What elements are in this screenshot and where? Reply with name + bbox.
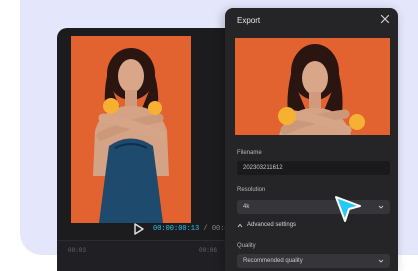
quality-label: Quality — [237, 243, 256, 249]
export-panel: Export Filename 202303211612 Resolution … — [225, 8, 398, 271]
chevron-down-icon — [378, 259, 384, 263]
pointer-cursor-icon — [335, 196, 361, 222]
advanced-settings-toggle[interactable]: Advanced settings — [237, 222, 296, 228]
video-preview[interactable] — [71, 36, 191, 223]
filename-input[interactable]: 202303211612 — [237, 161, 390, 175]
timeline-tick-start: 00:03 — [68, 247, 87, 254]
quality-value: Recommended quality — [243, 258, 303, 264]
advanced-settings-label: Advanced settings — [247, 222, 297, 228]
resolution-value: 4k — [243, 204, 250, 210]
resolution-label: Resolution — [237, 187, 266, 193]
chevron-up-icon — [237, 223, 243, 227]
play-icon[interactable] — [134, 223, 144, 235]
woman-with-oranges-photo — [71, 36, 191, 223]
close-icon[interactable] — [380, 14, 390, 24]
resolution-select[interactable]: 4k — [237, 200, 390, 214]
quality-select[interactable]: Recommended quality — [237, 254, 390, 268]
timeline-tick-mid: 00:06 — [199, 247, 218, 254]
filename-label: Filename — [237, 150, 262, 156]
current-time: 00:00:00:13 — [153, 225, 200, 233]
export-preview-thumbnail — [235, 38, 390, 135]
woman-with-oranges-photo — [235, 38, 390, 135]
chevron-down-icon — [378, 205, 384, 209]
export-title: Export — [237, 16, 261, 25]
